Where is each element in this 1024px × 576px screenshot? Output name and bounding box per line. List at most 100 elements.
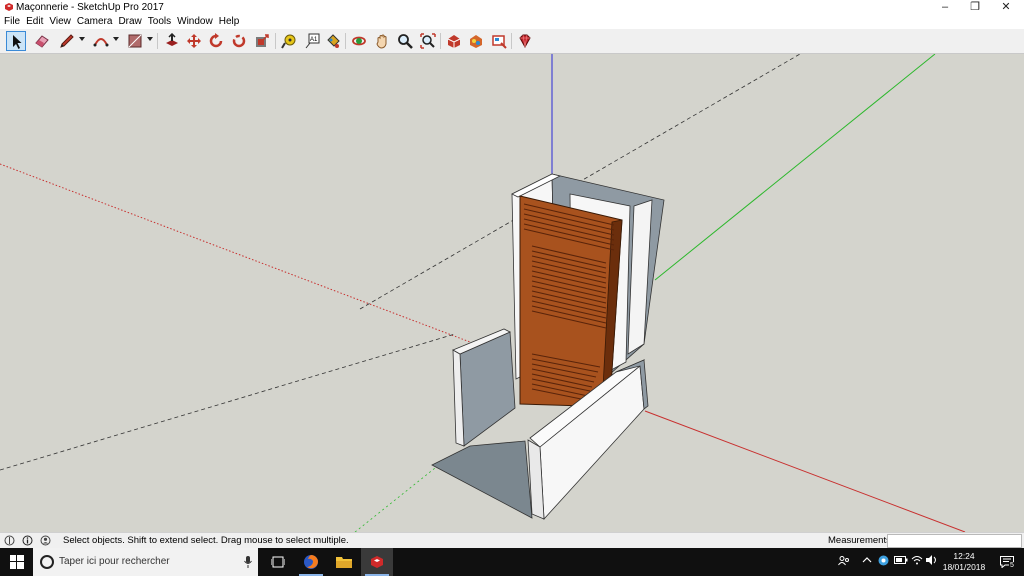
- sketchup-taskbar-button[interactable]: [361, 548, 393, 576]
- start-button[interactable]: [0, 548, 33, 576]
- windows-logo-icon: [10, 555, 24, 569]
- measurements-label: Measurements: [828, 535, 891, 546]
- 3d-warehouse-button[interactable]: [444, 31, 464, 51]
- toolbar: A1: [0, 29, 1024, 54]
- menu-camera[interactable]: Camera: [74, 15, 116, 29]
- scale-tool-button[interactable]: [229, 31, 249, 51]
- green-axis-dotted-lower: [354, 463, 441, 532]
- extension-warehouse-icon: [470, 35, 482, 48]
- arc-icon: [93, 38, 109, 47]
- zoom-tool-button[interactable]: [395, 31, 415, 51]
- zoom-extents-tool-button[interactable]: [418, 31, 438, 51]
- ruby-extension-button[interactable]: [515, 31, 535, 51]
- arc-tool-button[interactable]: [91, 31, 111, 51]
- show-hidden-icons-chevron-up-icon[interactable]: [862, 555, 872, 565]
- volume-icon[interactable]: [926, 555, 938, 565]
- tape-measure-icon: [281, 34, 296, 49]
- file-explorer-taskbar-button[interactable]: [328, 548, 360, 576]
- minimize-button[interactable]: –: [930, 0, 960, 15]
- rotate-tool-button[interactable]: [206, 31, 226, 51]
- menu-bar: File Edit View Camera Draw Tools Window Help: [0, 15, 1024, 29]
- offset-icon: [256, 34, 269, 47]
- task-view-icon: [271, 556, 285, 568]
- extension-warehouse-button[interactable]: [466, 31, 486, 51]
- title-bar: Maçonnerie - SketchUp Pro 2017 – ❐ ✕: [0, 0, 1024, 15]
- layout-icon: [492, 35, 507, 49]
- modeling-viewport[interactable]: [0, 54, 1024, 532]
- user-account-icon[interactable]: [40, 535, 51, 546]
- eraser-icon: [35, 35, 49, 48]
- rectangle-dropdown-icon[interactable]: [147, 37, 153, 41]
- push-pull-icon: [166, 33, 178, 46]
- select-icon: [13, 35, 22, 49]
- toolbar-separator: [345, 33, 346, 49]
- notification-count-badge: 5: [1009, 562, 1015, 570]
- pan-icon: [376, 34, 387, 49]
- text-tool-button[interactable]: A1: [302, 31, 322, 51]
- firefox-taskbar-button[interactable]: [295, 548, 327, 576]
- eraser-tool-button[interactable]: [32, 31, 52, 51]
- scale-icon: [232, 34, 246, 48]
- zoom-extents-icon: [420, 33, 436, 49]
- push-pull-tool-button[interactable]: [162, 31, 182, 51]
- taskbar-search-box[interactable]: Taper ici pour rechercher: [33, 548, 258, 576]
- clock-time: 12:24: [953, 551, 975, 561]
- menu-tools[interactable]: Tools: [145, 15, 174, 29]
- file-explorer-icon: [336, 557, 352, 568]
- system-clock[interactable]: 12:24 18/01/2018: [938, 551, 990, 573]
- action-center-button[interactable]: 5: [990, 548, 1024, 576]
- select-tool-button[interactable]: [6, 31, 26, 51]
- floor-slab: [431, 440, 533, 519]
- offset-tool-button[interactable]: [252, 31, 272, 51]
- menu-file[interactable]: File: [1, 15, 23, 29]
- wifi-icon[interactable]: [911, 555, 923, 565]
- zoom-icon: [398, 34, 413, 49]
- menu-window[interactable]: Window: [174, 15, 216, 29]
- battery-icon[interactable]: [894, 555, 908, 565]
- toolbar-separator: [275, 33, 276, 49]
- status-bar: Select objects. Shift to extend select. …: [0, 532, 1024, 549]
- rectangle-icon: [128, 34, 142, 48]
- task-view-button[interactable]: [262, 548, 294, 576]
- 3d-warehouse-icon: [447, 35, 461, 48]
- geo-location-icon[interactable]: [4, 535, 15, 546]
- line-tool-button[interactable]: [57, 31, 77, 51]
- rectangle-tool-button[interactable]: [125, 31, 145, 51]
- menu-help[interactable]: Help: [216, 15, 243, 29]
- menu-edit[interactable]: Edit: [23, 15, 46, 29]
- credits-info-icon[interactable]: [22, 535, 33, 546]
- menu-view[interactable]: View: [46, 15, 74, 29]
- orbit-tool-button[interactable]: [349, 31, 369, 51]
- move-tool-button[interactable]: [184, 31, 204, 51]
- pan-tool-button[interactable]: [372, 31, 392, 51]
- toolbar-separator: [440, 33, 441, 49]
- scene-canvas[interactable]: [0, 54, 1024, 532]
- close-button[interactable]: ✕: [991, 0, 1021, 15]
- svg-text:A1: A1: [310, 37, 318, 43]
- firefox-icon: [304, 555, 318, 569]
- tape-measure-tool-button[interactable]: [279, 31, 299, 51]
- toolbar-separator: [157, 33, 158, 49]
- status-message: Select objects. Shift to extend select. …: [63, 535, 349, 546]
- microphone-icon[interactable]: [244, 556, 252, 568]
- text-icon: A1: [305, 33, 320, 49]
- paint-bucket-icon: [327, 34, 340, 48]
- maximize-button[interactable]: ❐: [960, 0, 990, 15]
- windows-taskbar: Taper ici pour rechercher 12:24 18/01/20…: [0, 548, 1024, 576]
- layout-button[interactable]: [489, 31, 509, 51]
- red-axis-dotted: [0, 163, 471, 343]
- arc-dropdown-icon[interactable]: [113, 37, 119, 41]
- app-tray-icon[interactable]: [878, 555, 889, 566]
- window-title: Maçonnerie - SketchUp Pro 2017: [16, 2, 164, 13]
- clock-date: 18/01/2018: [942, 562, 986, 572]
- line-dropdown-icon[interactable]: [79, 37, 85, 41]
- people-icon[interactable]: [838, 555, 850, 567]
- measurements-input[interactable]: [887, 534, 1022, 548]
- menu-draw[interactable]: Draw: [115, 15, 144, 29]
- sketchup-icon: [371, 556, 383, 568]
- cortana-icon: [40, 555, 54, 569]
- green-axis-dotted: [0, 333, 456, 471]
- move-icon: [187, 34, 201, 48]
- sketchup-logo-icon: [5, 3, 13, 11]
- paint-bucket-tool-button[interactable]: [323, 31, 343, 51]
